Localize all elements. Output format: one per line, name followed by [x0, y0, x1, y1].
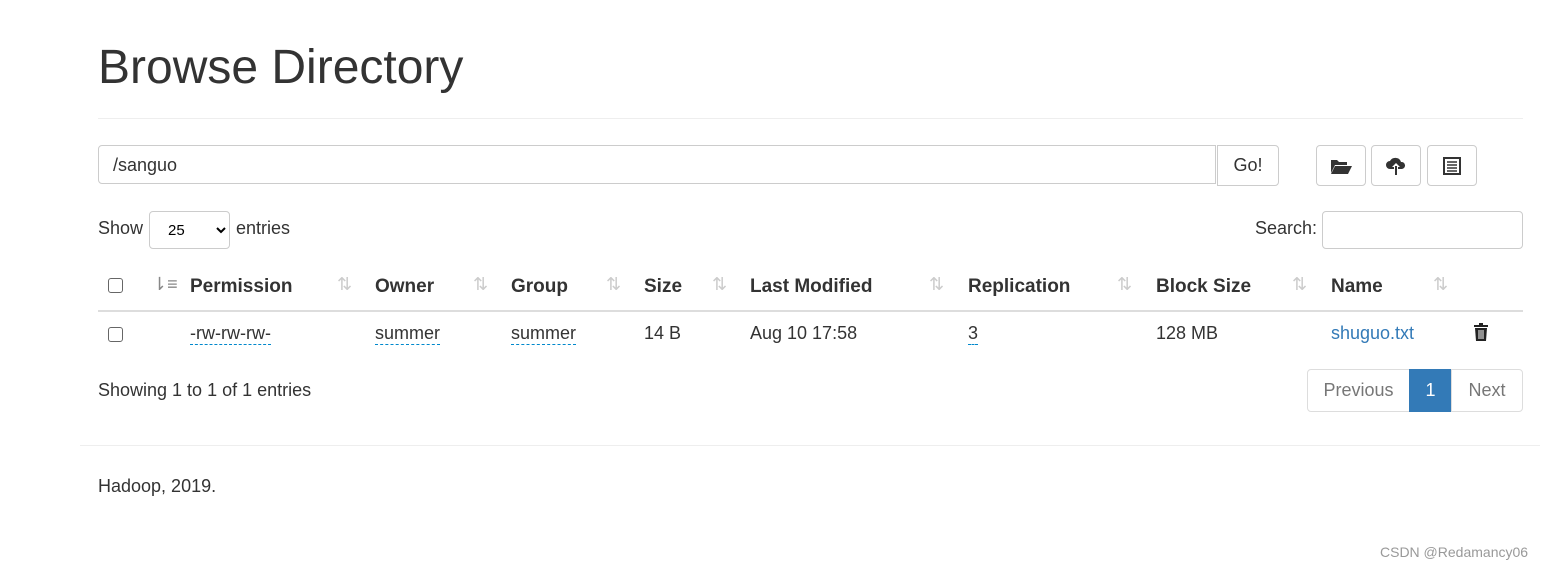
go-button[interactable]: Go! [1217, 145, 1279, 186]
sort-icon[interactable]: ⇅ [1433, 274, 1448, 295]
sort-icon[interactable]: ⇅ [929, 274, 944, 295]
sort-icon[interactable]: ⇅ [473, 274, 488, 295]
path-input[interactable]: /sanguo [98, 145, 1216, 184]
search-input[interactable] [1322, 211, 1523, 249]
pagination-info: Showing 1 to 1 of 1 entries [98, 380, 312, 400]
list-alt-icon [1443, 156, 1461, 175]
column-header-group[interactable]: Group [511, 276, 568, 298]
size-cell: 14 B [644, 323, 682, 343]
column-header-owner[interactable]: Owner [375, 276, 434, 298]
previous-button[interactable]: Previous [1307, 369, 1410, 412]
column-header-replication[interactable]: Replication [968, 276, 1070, 298]
folder-open-icon [1331, 159, 1352, 174]
watermark: CSDN @Redamancy06 [1380, 544, 1529, 560]
sort-icon[interactable]: ⇅ [337, 274, 352, 295]
column-header-name[interactable]: Name [1331, 276, 1383, 298]
column-header-block-size[interactable]: Block Size [1156, 276, 1251, 298]
column-header-permission[interactable]: Permission [190, 276, 292, 298]
group-cell[interactable]: summer [511, 323, 577, 345]
block-size-cell: 128 MB [1156, 323, 1219, 343]
sort-icon[interactable]: ⇅ [1117, 274, 1132, 295]
row-checkbox[interactable] [108, 327, 123, 342]
next-button[interactable]: Next [1451, 369, 1523, 412]
sort-icon[interactable]: ⇅ [606, 274, 621, 295]
last-modified-cell: Aug 10 17:58 [750, 323, 858, 343]
page-size-select[interactable]: 25 [149, 211, 230, 249]
column-header-size[interactable]: Size [644, 276, 682, 298]
footer-text: Hadoop, 2019. [98, 476, 217, 496]
sort-icon[interactable]: ⇅ [1292, 274, 1307, 295]
create-directory-button[interactable] [1316, 145, 1366, 186]
column-header-last-modified[interactable]: Last Modified [750, 276, 872, 298]
divider [98, 118, 1523, 119]
cut-paste-button[interactable] [1427, 145, 1477, 186]
search-label: Search: [1255, 218, 1318, 238]
header-divider [98, 310, 1523, 312]
entries-label: entries [236, 218, 291, 238]
page-title: Browse Directory [98, 41, 464, 94]
permission-cell[interactable]: -rw-rw-rw- [190, 323, 271, 345]
select-all-checkbox[interactable] [108, 278, 123, 293]
cloud-upload-icon [1386, 157, 1406, 175]
file-name-link[interactable]: shuguo.txt [1331, 323, 1414, 344]
footer-divider [80, 445, 1540, 446]
replication-cell[interactable]: 3 [968, 323, 979, 345]
owner-cell[interactable]: summer [375, 323, 441, 345]
page-1-button[interactable]: 1 [1409, 369, 1452, 412]
show-label: Show [98, 218, 144, 238]
upload-button[interactable] [1371, 145, 1421, 186]
sort-icon[interactable]: ⇅ [712, 274, 727, 295]
trash-icon[interactable] [1473, 323, 1489, 341]
sort-amount-icon[interactable]: ⇂≡ [152, 274, 178, 295]
